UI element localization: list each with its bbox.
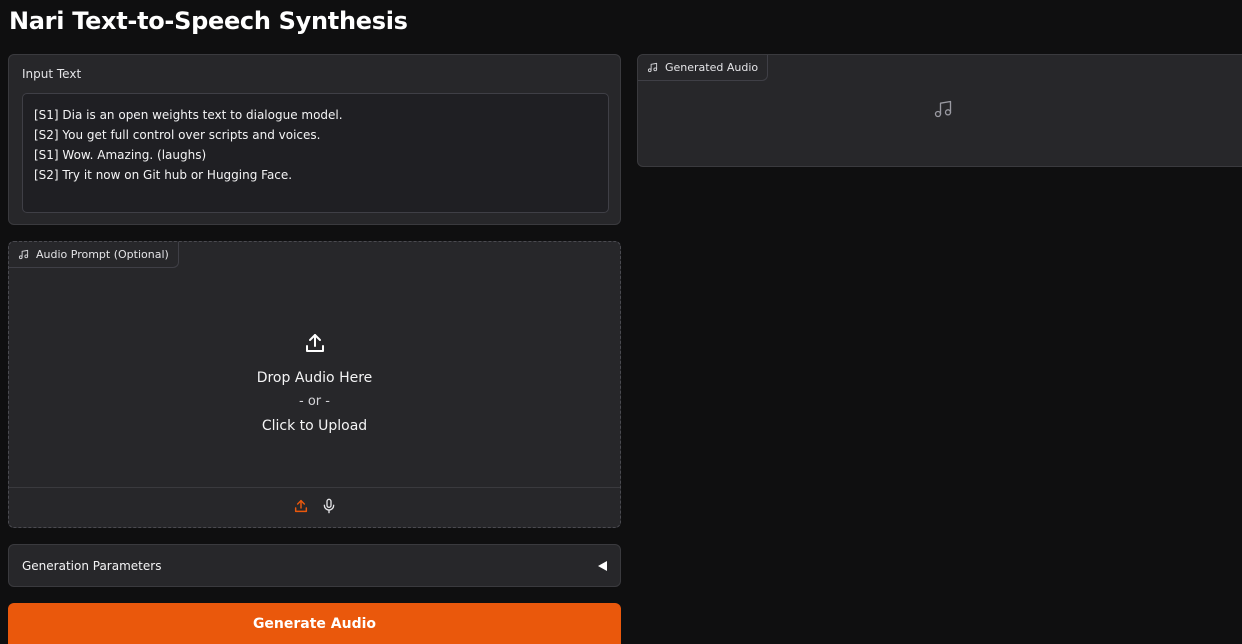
input-text-block: Input Text [S1] Dia is an open weights t… (8, 54, 621, 225)
audio-prompt-label: Audio Prompt (Optional) (36, 248, 169, 261)
generation-parameters-accordion[interactable]: Generation Parameters (8, 544, 621, 587)
generated-audio-tag: Generated Audio (638, 55, 769, 81)
music-note-icon (933, 99, 953, 123)
input-text-label: Input Text (22, 67, 82, 81)
generated-audio-empty (638, 81, 1242, 141)
upload-icon (303, 331, 327, 359)
generated-audio-block: Generated Audio (637, 54, 1242, 167)
audio-prompt-block: Audio Prompt (Optional) Drop Audio Here … (8, 241, 621, 528)
audio-prompt-tag: Audio Prompt (Optional) (9, 242, 179, 268)
music-note-icon (18, 249, 29, 260)
page-title: Nari Text-to-Speech Synthesis (9, 7, 408, 35)
input-text-field[interactable]: [S1] Dia is an open weights text to dial… (22, 93, 609, 213)
generated-audio-label: Generated Audio (665, 61, 759, 74)
generation-parameters-label: Generation Parameters (22, 558, 162, 573)
caret-left-icon (598, 560, 607, 571)
microphone-source-button[interactable] (320, 498, 338, 518)
generate-audio-button[interactable]: Generate Audio (8, 603, 621, 644)
or-separator: - or - (299, 394, 330, 409)
upload-source-button[interactable] (292, 498, 310, 518)
drop-audio-text: Drop Audio Here (256, 370, 373, 386)
upload-icon (293, 498, 309, 518)
audio-drop-zone[interactable]: Drop Audio Here - or - Click to Upload (9, 268, 620, 487)
music-note-icon (647, 62, 658, 73)
microphone-icon (321, 497, 337, 519)
audio-source-bar (9, 487, 620, 528)
click-to-upload-text: Click to Upload (261, 418, 368, 434)
